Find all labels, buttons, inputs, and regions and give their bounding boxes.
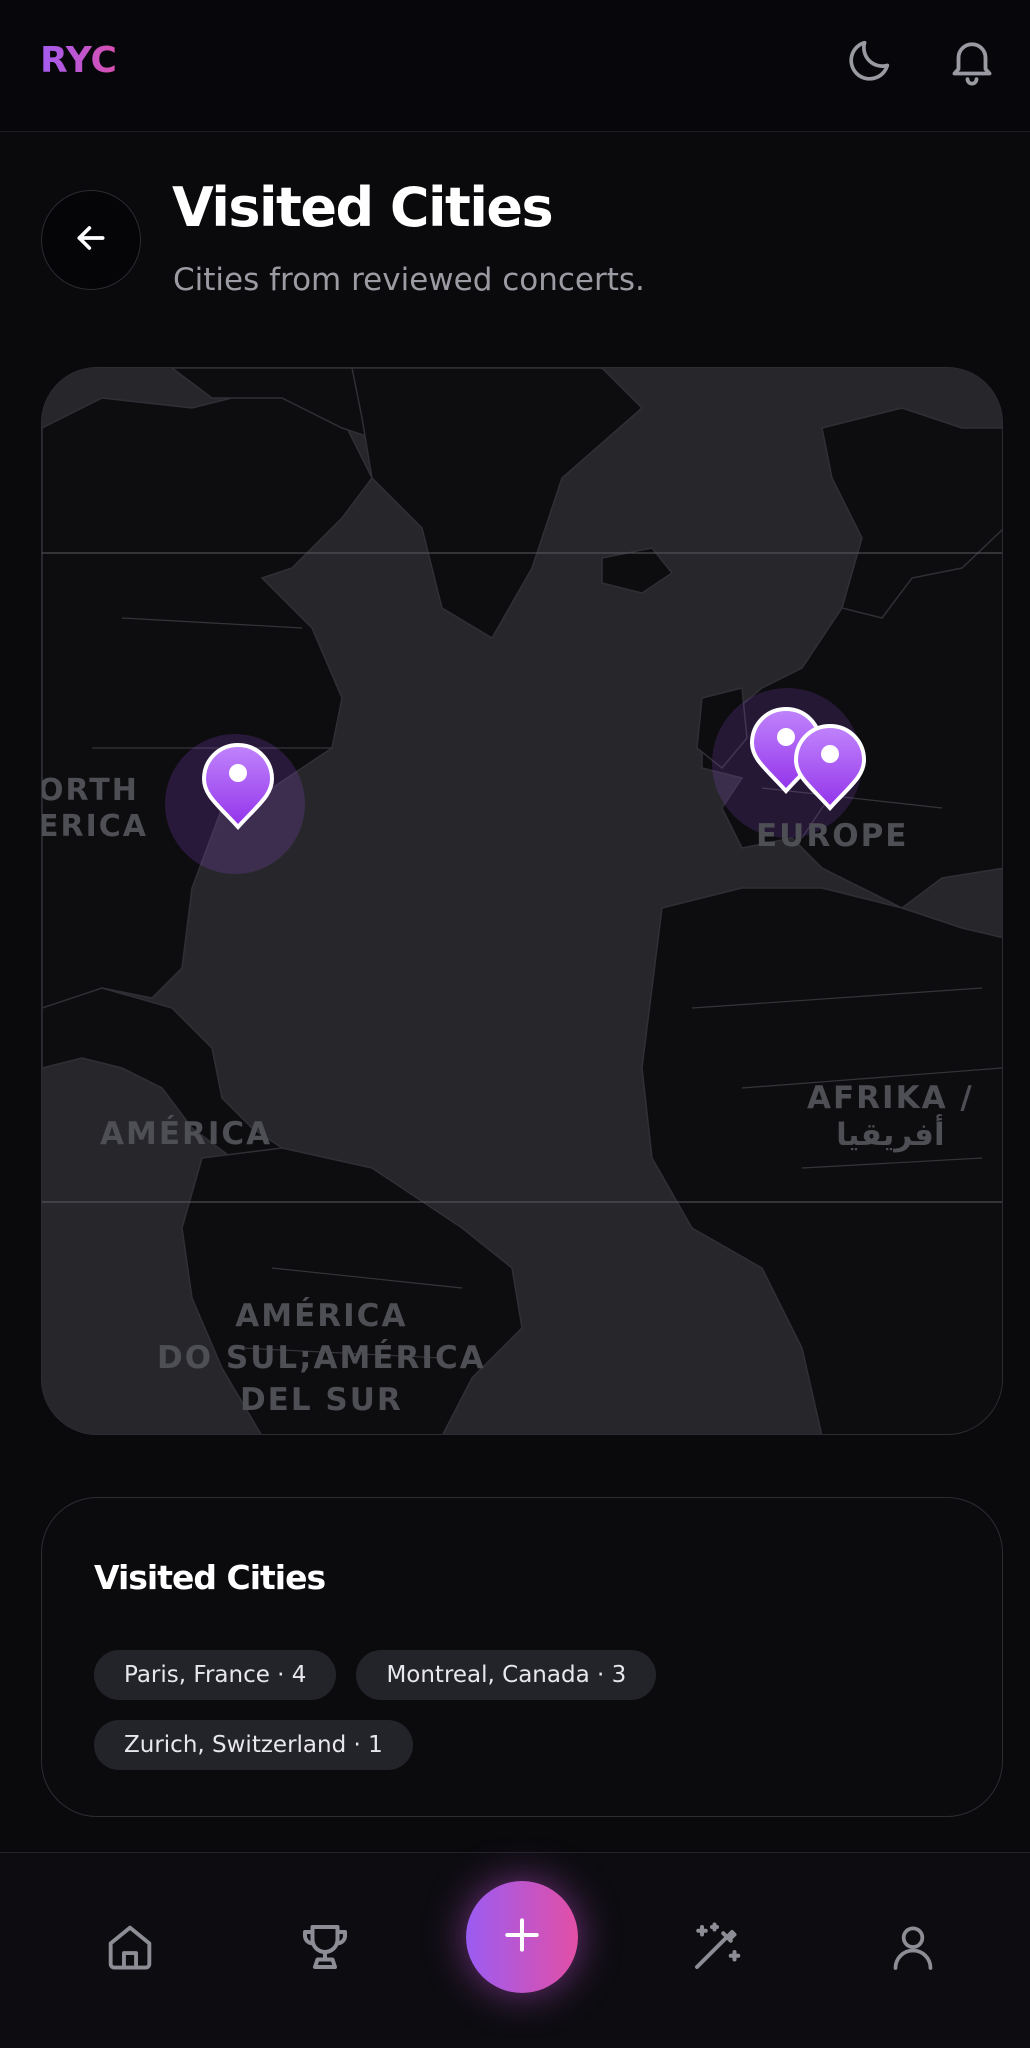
- page-subtitle: Cities from reviewed concerts.: [173, 262, 645, 298]
- nav-discover[interactable]: [677, 1909, 757, 1989]
- plus-icon: [500, 1913, 544, 1961]
- city-chip-montreal[interactable]: Montreal, Canada · 3: [356, 1650, 657, 1700]
- magic-wand-icon: [687, 1917, 747, 1981]
- user-icon: [885, 1919, 941, 1979]
- theme-toggle-button[interactable]: [840, 32, 900, 92]
- nav-profile[interactable]: [873, 1909, 953, 1989]
- arrow-left-icon: [71, 218, 111, 262]
- app-logo[interactable]: RYC: [40, 40, 117, 81]
- home-icon: [101, 1918, 159, 1980]
- city-chip-paris[interactable]: Paris, France · 4: [94, 1650, 337, 1700]
- map-label-north-america: ORTH ERICA: [41, 773, 148, 844]
- add-review-button[interactable]: [466, 1881, 578, 1993]
- map-pin-zurich[interactable]: [792, 722, 868, 812]
- back-button[interactable]: [41, 190, 141, 290]
- top-bar: RYC: [0, 0, 1030, 132]
- visited-cities-card: Visited Cities Paris, France · 4 Montrea…: [41, 1497, 1003, 1817]
- map-canvas: [42, 368, 1002, 1434]
- city-chip-list: Paris, France · 4 Montreal, Canada · 3 Z…: [94, 1650, 954, 1770]
- notifications-button[interactable]: [942, 32, 1002, 92]
- nav-leaderboard[interactable]: [285, 1909, 365, 1989]
- visited-cities-title: Visited Cities: [94, 1558, 326, 1597]
- nav-home[interactable]: [90, 1909, 170, 1989]
- world-map[interactable]: ORTH ERICA AMÉRICA EUROPE AFRIKA / أفريق…: [41, 367, 1003, 1435]
- map-pin-montreal[interactable]: [200, 741, 276, 831]
- bottom-nav: [0, 1852, 1030, 2048]
- page-title: Visited Cities: [172, 176, 554, 239]
- map-label-africa: AFRIKA / أفريقيا: [807, 1080, 974, 1154]
- map-label-south-america: AMÉRICA DO SUL;AMÉRICA DEL SUR: [157, 1298, 486, 1418]
- bell-icon: [945, 33, 999, 91]
- trophy-icon: [295, 1917, 355, 1981]
- city-chip-zurich[interactable]: Zurich, Switzerland · 1: [94, 1720, 413, 1770]
- map-label-america: AMÉRICA: [100, 1116, 273, 1152]
- moon-icon: [844, 34, 896, 90]
- map-label-europe: EUROPE: [756, 818, 909, 854]
